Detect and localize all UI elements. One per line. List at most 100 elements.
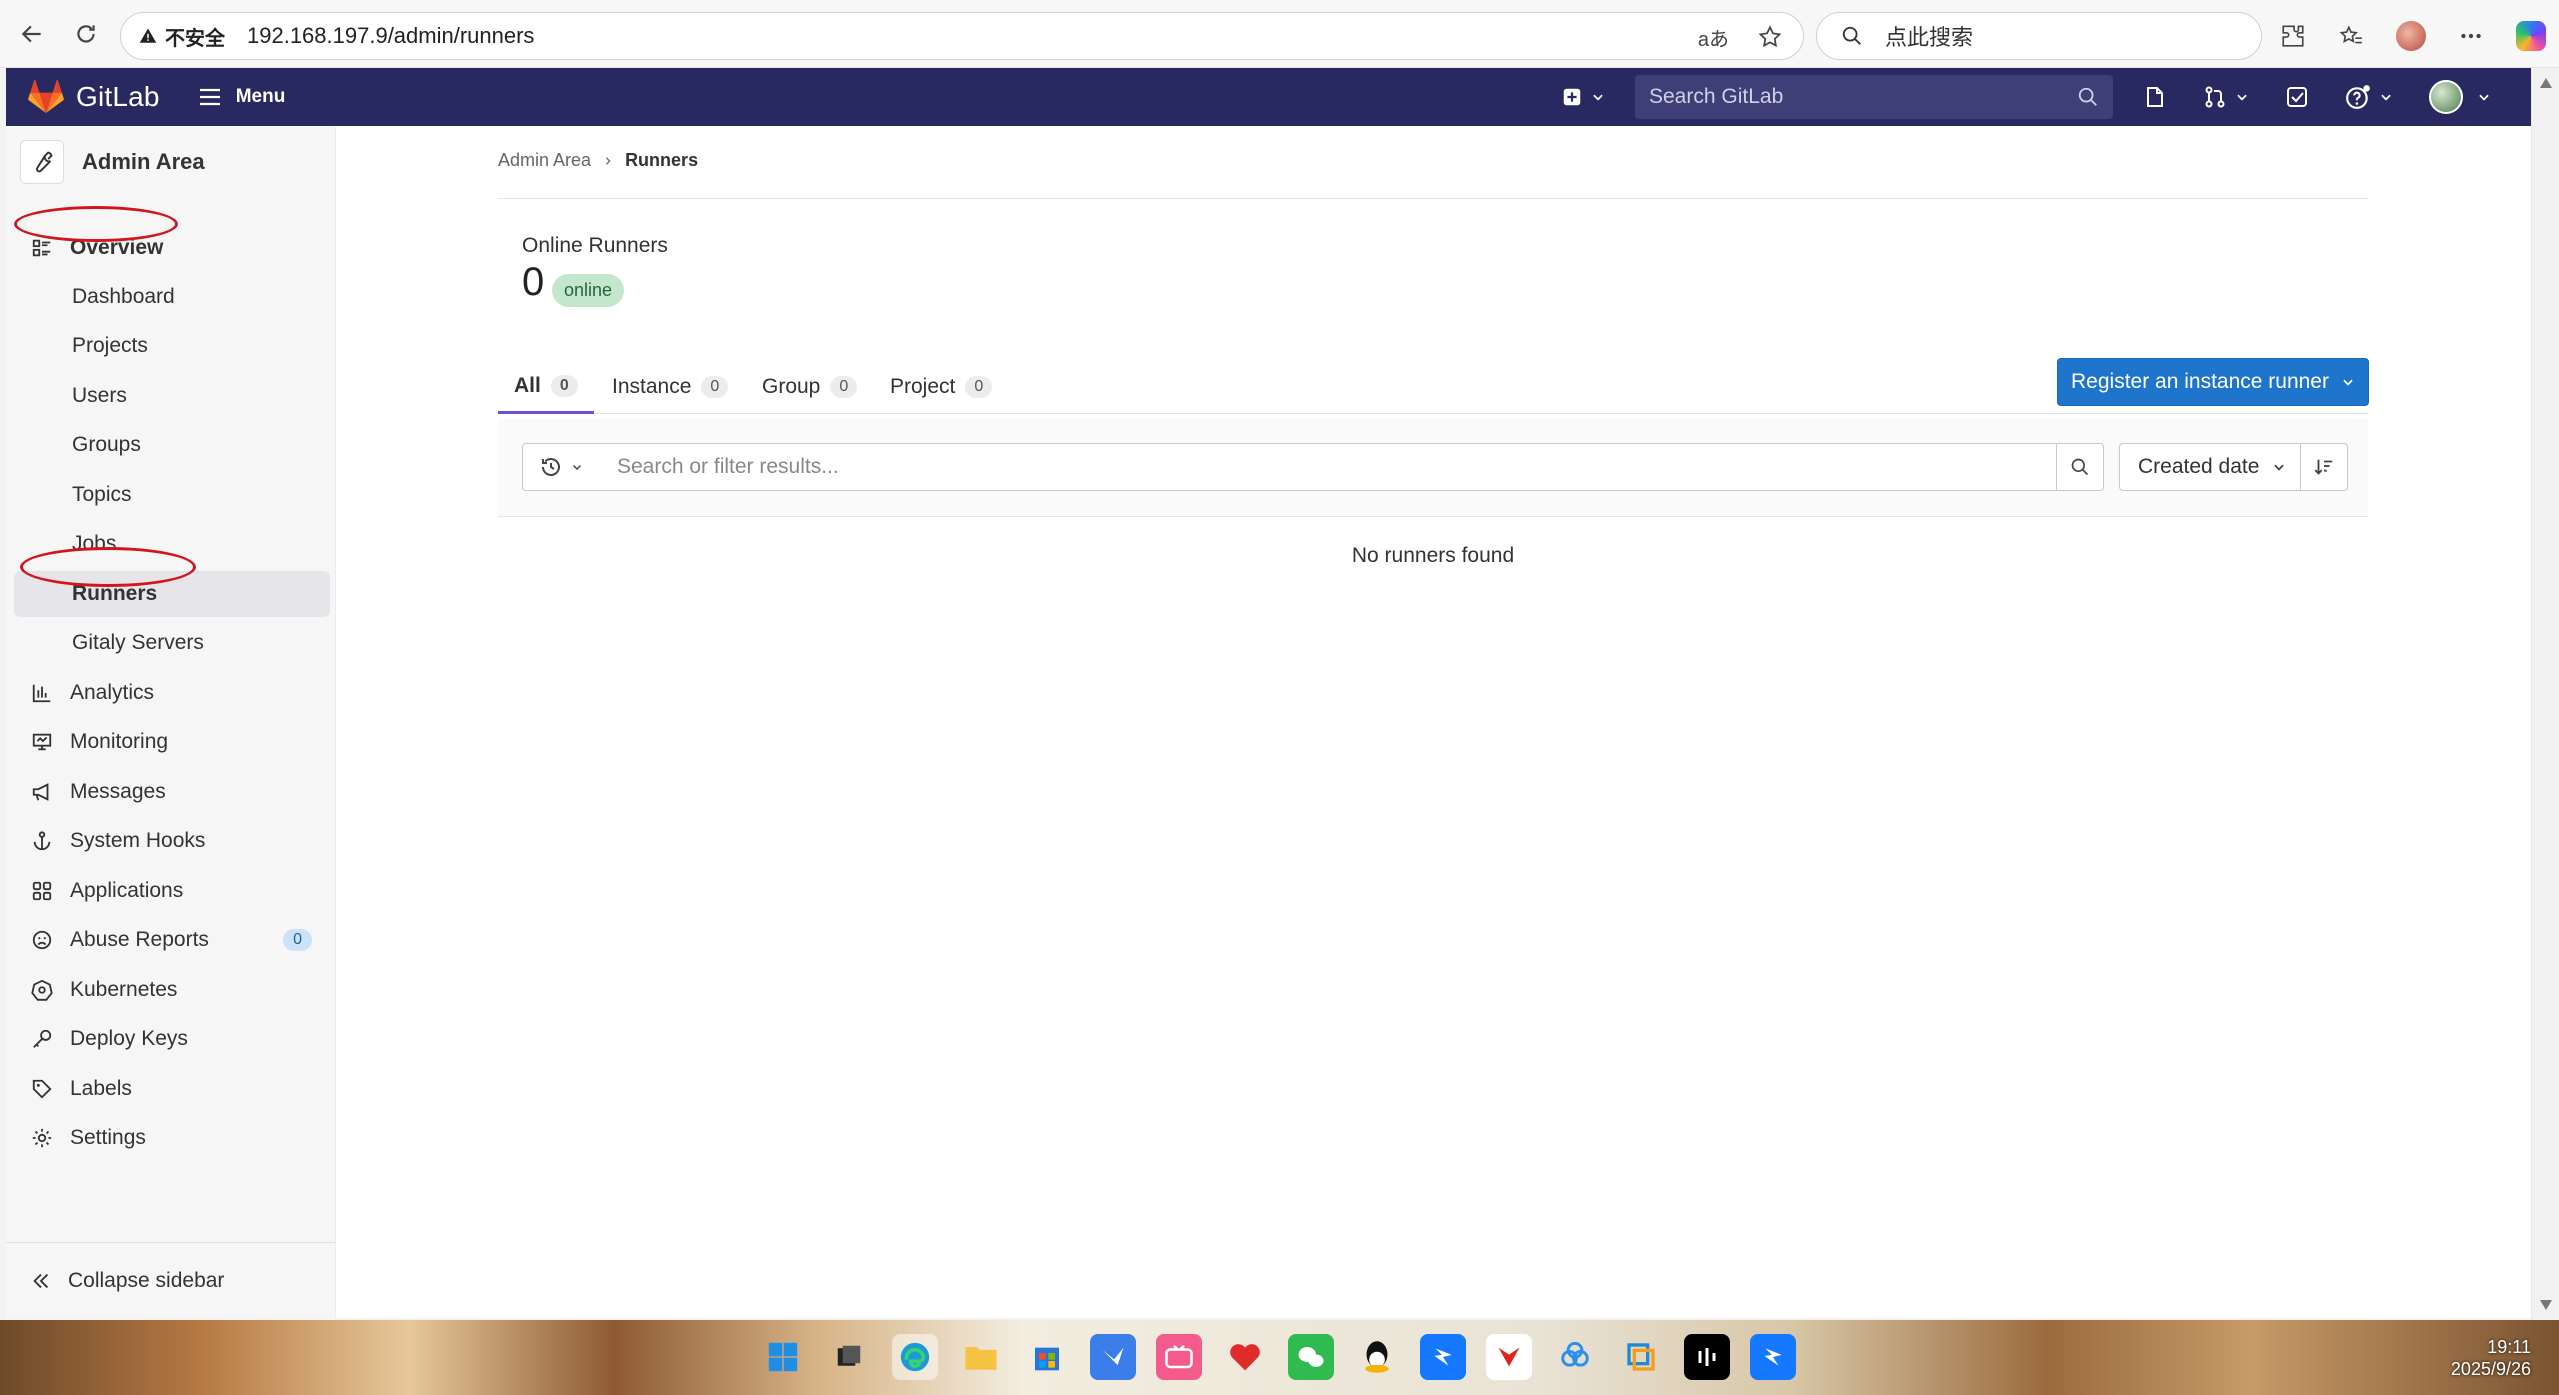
red-heart-app-icon[interactable] bbox=[1222, 1334, 1268, 1380]
question-icon bbox=[2346, 85, 2370, 109]
gitlab-search-input[interactable] bbox=[1649, 85, 2049, 109]
tab-all[interactable]: All 0 bbox=[498, 360, 594, 414]
tab-project[interactable]: Project 0 bbox=[884, 360, 998, 414]
anchor-icon bbox=[28, 830, 56, 852]
admin-avatar bbox=[20, 140, 64, 184]
qq-icon[interactable] bbox=[1354, 1334, 1400, 1380]
sidebar-item-analytics[interactable]: Analytics bbox=[14, 670, 330, 716]
register-instance-runner-button[interactable]: Register an instance runner bbox=[2057, 358, 2369, 406]
chevron-right-icon bbox=[605, 156, 611, 165]
favorites-icon[interactable] bbox=[2338, 23, 2364, 49]
sort-lowest-icon bbox=[2314, 459, 2333, 475]
url-text[interactable]: 192.168.197.9/admin/runners bbox=[247, 23, 534, 49]
task-view-icon[interactable] bbox=[826, 1334, 872, 1380]
sidebar-item-topics[interactable]: Topics bbox=[14, 472, 330, 518]
online-runners-label: Online Runners bbox=[522, 234, 668, 257]
copilot-icon[interactable] bbox=[2516, 21, 2546, 51]
chevron-down-icon bbox=[572, 464, 582, 471]
sort-by-dropdown[interactable]: Created date bbox=[2119, 443, 2301, 491]
reload-button[interactable] bbox=[64, 12, 108, 56]
sidebar-item-users[interactable]: Users bbox=[14, 373, 330, 419]
browser-toolbar: 不安全 192.168.197.9/admin/runners aあ 点此搜索 bbox=[0, 0, 2559, 68]
warning-icon bbox=[139, 28, 157, 43]
feishu-icon[interactable] bbox=[1090, 1334, 1136, 1380]
edge-browser-icon[interactable] bbox=[892, 1334, 938, 1380]
scroll-down-arrow[interactable] bbox=[2540, 1300, 2552, 1310]
security-warning[interactable]: 不安全 bbox=[139, 22, 225, 51]
issues-icon bbox=[2147, 87, 2163, 107]
chevron-down-icon bbox=[2343, 379, 2353, 386]
red-check-app-icon[interactable] bbox=[1486, 1334, 1532, 1380]
empty-state-message: No runners found bbox=[1351, 544, 1515, 567]
sidebar-item-labels[interactable]: Labels bbox=[14, 1066, 330, 1112]
scroll-up-arrow[interactable] bbox=[2540, 78, 2552, 88]
admin-sidebar: Admin Area Overview Dashboard Projects U… bbox=[6, 126, 336, 1318]
sidebar-item-dashboard[interactable]: Dashboard bbox=[14, 274, 330, 320]
wrench-icon bbox=[36, 151, 53, 173]
filter-search-field[interactable] bbox=[599, 443, 2057, 491]
store-icon[interactable] bbox=[1024, 1334, 1070, 1380]
sidebar-item-projects[interactable]: Projects bbox=[14, 323, 330, 369]
sidebar-header[interactable]: Admin Area bbox=[20, 140, 205, 184]
sidebar-item-abuse-reports[interactable]: Abuse Reports 0 bbox=[14, 917, 330, 963]
back-button[interactable] bbox=[10, 12, 54, 56]
sidebar-item-overview[interactable]: Overview bbox=[14, 225, 330, 271]
recent-searches-dropdown[interactable] bbox=[522, 443, 600, 491]
collapse-sidebar-button[interactable]: Collapse sidebar bbox=[6, 1242, 336, 1318]
todos-button[interactable] bbox=[2285, 85, 2309, 109]
browser-search-box[interactable]: 点此搜索 bbox=[1816, 12, 2262, 60]
merge-requests-dropdown[interactable] bbox=[2203, 85, 2249, 109]
sidebar-item-gitaly-servers[interactable]: Gitaly Servers bbox=[14, 620, 330, 666]
dingtalk-icon[interactable] bbox=[1420, 1334, 1466, 1380]
sidebar-item-messages[interactable]: Messages bbox=[14, 769, 330, 815]
breadcrumb: Admin Area Runners bbox=[498, 150, 698, 171]
sidebar-item-groups[interactable]: Groups bbox=[14, 422, 330, 468]
bullhorn-icon bbox=[28, 781, 56, 803]
cloud-sync-icon[interactable] bbox=[1552, 1334, 1598, 1380]
address-bar[interactable]: 不安全 192.168.197.9/admin/runners aあ bbox=[120, 12, 1804, 60]
filter-search-input[interactable] bbox=[617, 455, 2017, 479]
bilibili-icon[interactable] bbox=[1156, 1334, 1202, 1380]
extensions-icon[interactable] bbox=[2280, 23, 2306, 49]
sidebar-item-system-hooks[interactable]: System Hooks bbox=[14, 818, 330, 864]
online-runners-count: 0 bbox=[522, 260, 545, 304]
sidebar-item-settings[interactable]: Settings bbox=[14, 1115, 330, 1161]
sort-direction-button[interactable] bbox=[2300, 443, 2348, 491]
issues-button[interactable] bbox=[2143, 85, 2167, 109]
new-item-dropdown[interactable] bbox=[1561, 86, 1605, 108]
profile-avatar[interactable] bbox=[2396, 21, 2426, 51]
dingtalk-icon-2[interactable] bbox=[1750, 1334, 1796, 1380]
more-icon[interactable] bbox=[2458, 23, 2484, 49]
system-clock[interactable]: 19:11 2025/9/26 bbox=[2451, 1336, 2531, 1380]
todo-icon bbox=[2287, 87, 2307, 107]
sidebar-item-jobs[interactable]: Jobs bbox=[14, 521, 330, 567]
wechat-icon[interactable] bbox=[1288, 1334, 1334, 1380]
help-dropdown[interactable] bbox=[2345, 84, 2393, 110]
chevron-down-icon bbox=[2381, 94, 2391, 101]
tab-group[interactable]: Group 0 bbox=[756, 360, 863, 414]
file-explorer-icon[interactable] bbox=[958, 1334, 1004, 1380]
sidebar-item-applications[interactable]: Applications bbox=[14, 868, 330, 914]
windows-start-icon[interactable] bbox=[760, 1334, 806, 1380]
double-chevron-left-icon bbox=[30, 1270, 52, 1292]
gitlab-search[interactable] bbox=[1635, 75, 2113, 119]
vmware-icon[interactable] bbox=[1618, 1334, 1664, 1380]
star-icon[interactable] bbox=[1757, 24, 1783, 50]
sidebar-item-monitoring[interactable]: Monitoring bbox=[14, 719, 330, 765]
sidebar-item-deploy-keys[interactable]: Deploy Keys bbox=[14, 1016, 330, 1062]
menu-button[interactable]: Menu bbox=[198, 86, 285, 108]
page-scrollbar[interactable] bbox=[2531, 68, 2559, 1320]
gitlab-logo[interactable]: GitLab bbox=[28, 80, 160, 114]
breadcrumb-runners[interactable]: Runners bbox=[625, 150, 698, 171]
capcut-icon[interactable] bbox=[1684, 1334, 1730, 1380]
user-menu-dropdown[interactable] bbox=[2429, 80, 2491, 114]
tab-instance[interactable]: Instance 0 bbox=[606, 360, 734, 414]
filter-search-button[interactable] bbox=[2056, 443, 2104, 491]
translate-icon[interactable]: aあ bbox=[1698, 23, 1729, 52]
monitor-icon bbox=[28, 731, 56, 753]
sidebar-item-kubernetes[interactable]: Kubernetes bbox=[14, 967, 330, 1013]
sidebar-item-runners[interactable]: Runners bbox=[14, 571, 330, 617]
reload-icon bbox=[77, 24, 95, 43]
filter-bar: Created date bbox=[498, 419, 2368, 517]
breadcrumb-admin-area[interactable]: Admin Area bbox=[498, 150, 591, 171]
